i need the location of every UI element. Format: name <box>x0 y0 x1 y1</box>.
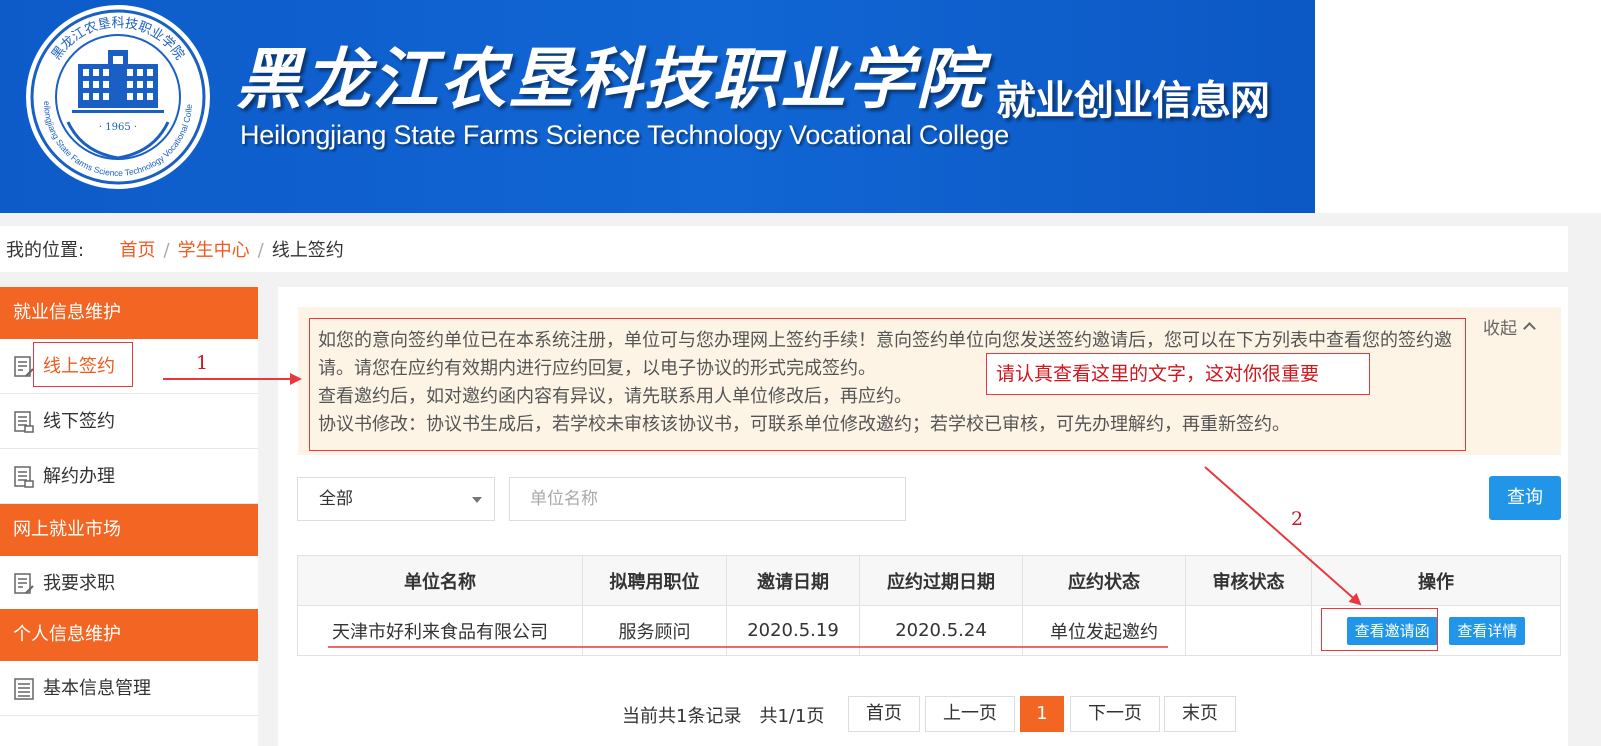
pager-first[interactable]: 首页 <box>848 696 920 732</box>
pager-prev[interactable]: 上一页 <box>925 696 1015 732</box>
breadcrumb-label: 我的位置: <box>6 240 85 261</box>
company-name-input[interactable]: 单位名称 <box>509 477 906 521</box>
pager-next[interactable]: 下一页 <box>1070 696 1160 732</box>
document-icon <box>14 411 34 433</box>
column-header: 应约状态 <box>1022 555 1186 606</box>
view-details-button[interactable]: 查看详情 <box>1449 616 1526 645</box>
column-header: 拟聘用职位 <box>582 555 727 606</box>
banner-whitespace <box>1315 0 1601 213</box>
college-logo-icon: 黑龙江农垦科技职业学院 Heilongjiang State Farms Sci… <box>22 2 210 189</box>
breadcrumb-current: 线上签约 <box>271 240 344 261</box>
cell-expire-date: 2020.5.24 <box>859 605 1023 656</box>
status-select-value: 全部 <box>319 489 353 509</box>
sidebar-item-termination[interactable]: 解约办理 <box>0 449 258 504</box>
column-header: 审核状态 <box>1185 555 1312 606</box>
annotation-number-2: 2 <box>1291 508 1304 530</box>
annotation-box-view-invitation <box>1321 608 1438 651</box>
college-name-cn: 黑龙江农垦科技职业学院 <box>236 40 984 118</box>
cell-invite-date: 2020.5.19 <box>726 605 860 656</box>
sidebar-section-job-market: 网上就业市场 <box>0 504 258 556</box>
collapse-toggle[interactable]: 收起 <box>1483 314 1536 339</box>
chevron-down-icon <box>472 497 482 503</box>
sidebar-item-basic-info[interactable]: 基本信息管理 <box>0 661 258 716</box>
site-banner: 黑龙江农垦科技职业学院 Heilongjiang State Farms Sci… <box>0 0 1315 213</box>
site-subtitle: 就业创业信息网 <box>996 78 1270 124</box>
column-header: 邀请日期 <box>726 555 860 606</box>
sidebar-item-label: 线下签约 <box>43 411 115 432</box>
chevron-up-icon <box>1523 322 1536 335</box>
document-edit-icon <box>14 573 34 594</box>
cell-position: 服务顾问 <box>582 605 727 656</box>
status-select[interactable]: 全部 <box>297 477 495 521</box>
collapse-label: 收起 <box>1483 319 1517 339</box>
sidebar-item-label: 我要求职 <box>43 573 115 594</box>
sidebar-section-personal-info: 个人信息维护 <box>0 609 258 661</box>
query-button[interactable]: 查询 <box>1489 476 1561 520</box>
column-header: 单位名称 <box>297 555 583 606</box>
breadcrumb-home-link[interactable]: 首页 <box>120 240 156 261</box>
cell-company: 天津市好利来食品有限公司 <box>297 605 583 656</box>
annotation-callout: 请认真查看这里的文字，这对你很重要 <box>986 353 1370 395</box>
sidebar-section-employment-info: 就业信息维护 <box>0 287 258 339</box>
college-name-en: Heilongjiang State Farms Science Technol… <box>240 120 1010 150</box>
pager-info: 当前共1条记录 共1/1页 <box>622 706 825 727</box>
breadcrumb-student-center-link[interactable]: 学生中心 <box>178 240 250 261</box>
annotation-box-online-signing <box>33 342 133 387</box>
column-header: 应约过期日期 <box>859 555 1023 606</box>
table-header-row: 单位名称 拟聘用职位 邀请日期 应约过期日期 应约状态 审核状态 操作 <box>297 555 1561 606</box>
sidebar-item-job-seeking[interactable]: 我要求职 <box>0 556 258 611</box>
annotation-number-1: 1 <box>196 352 209 374</box>
document-edit-icon <box>14 356 34 377</box>
breadcrumb: 我的位置: 首页 / 学生中心 / 线上签约 <box>6 240 344 261</box>
document-icon <box>14 466 34 488</box>
sidebar-item-label: 基本信息管理 <box>43 678 151 699</box>
sidebar-item-label: 解约办理 <box>43 466 115 487</box>
cell-review <box>1185 605 1312 656</box>
list-icon <box>14 678 34 700</box>
cell-status: 单位发起邀约 <box>1022 605 1186 656</box>
sidebar-item-offline-signing[interactable]: 线下签约 <box>0 394 258 449</box>
pager-current[interactable]: 1 <box>1020 696 1064 732</box>
pager-last[interactable]: 末页 <box>1164 696 1236 732</box>
column-header: 操作 <box>1311 555 1561 606</box>
logo-year: · 1965 · <box>99 122 137 133</box>
